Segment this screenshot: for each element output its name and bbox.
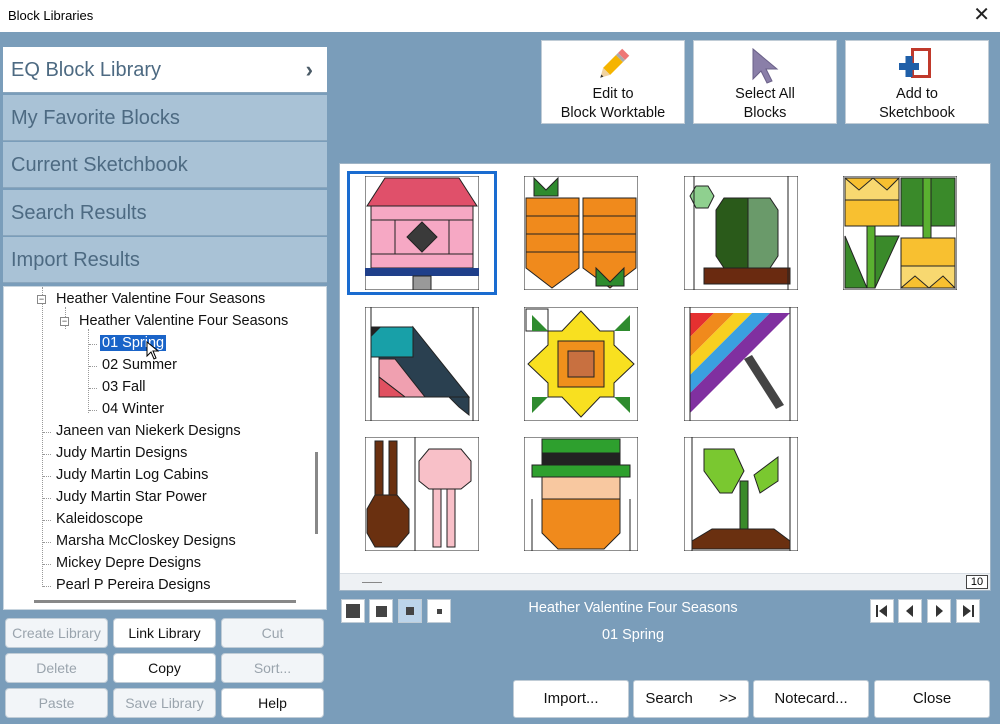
select-label-1: Select All (735, 86, 795, 102)
size-small-button[interactable] (427, 599, 451, 623)
first-page-icon (876, 605, 887, 617)
block-leprechaun[interactable] (524, 437, 638, 551)
copy-button[interactable]: Copy (113, 653, 216, 683)
tab-current-sketchbook[interactable]: Current Sketchbook (3, 142, 327, 188)
search-arrows: >> (719, 690, 737, 707)
tree-item[interactable]: 04 Winter (102, 401, 164, 417)
edit-to-worktable-button[interactable]: Edit to Block Worktable (541, 40, 685, 124)
last-page-button[interactable] (956, 599, 980, 623)
add-label-1: Add to (896, 86, 938, 102)
link-library-button[interactable]: Link Library (113, 618, 216, 648)
tab-search-results[interactable]: Search Results (3, 190, 327, 236)
block-carrots[interactable] (524, 176, 638, 290)
edit-label-2: Block Worktable (560, 105, 666, 121)
create-library-button[interactable]: Create Library (5, 618, 108, 648)
block-grid[interactable]: 10 (339, 163, 991, 591)
select-all-blocks-button[interactable]: Select All Blocks (693, 40, 837, 124)
close-button[interactable]: Close (874, 680, 990, 718)
sort-button[interactable]: Sort... (221, 653, 324, 683)
tree-item[interactable]: Pearl P Pereira Designs (56, 577, 210, 593)
block-birdhouse[interactable] (365, 176, 479, 290)
tree-item[interactable]: Kaleidoscope (56, 511, 143, 527)
tab-import-results[interactable]: Import Results (3, 237, 327, 283)
sketchbook-add-icon (899, 48, 931, 78)
block-tulips[interactable] (843, 176, 957, 290)
next-page-button[interactable] (927, 599, 951, 623)
tab-label: Current Sketchbook (11, 154, 188, 176)
tree-item[interactable]: Judy Martin Star Power (56, 489, 207, 505)
first-page-button[interactable] (870, 599, 894, 623)
tree-item[interactable]: 03 Fall (102, 379, 146, 395)
block-sprout[interactable] (684, 437, 798, 551)
grid-scrollbar[interactable]: 10 (340, 573, 990, 590)
size-large-button[interactable] (369, 599, 393, 623)
tab-label: My Favorite Blocks (11, 107, 180, 129)
window-title: Block Libraries (8, 8, 94, 23)
next-page-icon (936, 605, 943, 617)
block-bird[interactable] (365, 307, 479, 421)
chevron-right-icon: › (305, 57, 313, 82)
close-icon[interactable]: ✕ (973, 4, 990, 26)
tab-label: EQ Block Library (11, 59, 162, 81)
search-button[interactable]: Search >> (633, 680, 749, 718)
mouse-cursor-icon (146, 341, 160, 360)
cursor-arrow-icon (752, 47, 779, 84)
block-sunflower[interactable] (524, 307, 638, 421)
save-library-button[interactable]: Save Library (113, 688, 216, 718)
tree-item[interactable]: Heather Valentine Four Seasons (79, 313, 288, 329)
block-rainbow-kite[interactable] (684, 307, 798, 421)
block-count: 10 (966, 575, 988, 589)
paste-button[interactable]: Paste (5, 688, 108, 718)
tree-hscrollbar[interactable] (34, 600, 296, 603)
section-name: 01 Spring (601, 627, 665, 643)
tree-scrollbar[interactable] (315, 452, 318, 534)
tree-item[interactable]: Marsha McCloskey Designs (56, 533, 236, 549)
collapse-icon[interactable]: − (60, 317, 69, 326)
tree-item[interactable]: Heather Valentine Four Seasons (56, 291, 265, 307)
pencil-icon (600, 48, 630, 78)
size-medium-button[interactable] (398, 599, 422, 623)
scroll-thumb[interactable] (362, 582, 382, 583)
tree-item[interactable]: Mickey Depre Designs (56, 555, 201, 571)
library-tree[interactable]: − Heather Valentine Four Seasons − Heath… (3, 286, 327, 610)
tree-item[interactable]: 02 Summer (102, 357, 177, 373)
prev-page-button[interactable] (898, 599, 922, 623)
tree-item[interactable]: Judy Martin Log Cabins (56, 467, 208, 483)
delete-button[interactable]: Delete (5, 653, 108, 683)
tab-my-favorite-blocks[interactable]: My Favorite Blocks (3, 95, 327, 141)
notecard-button[interactable]: Notecard... (753, 680, 869, 718)
cut-button[interactable]: Cut (221, 618, 324, 648)
block-cactus[interactable] (684, 176, 798, 290)
edit-label-1: Edit to (592, 86, 634, 102)
help-button[interactable]: Help (221, 688, 324, 718)
tab-label: Import Results (11, 249, 140, 271)
tree-item[interactable]: Janeen van Niekerk Designs (56, 423, 241, 439)
import-button[interactable]: Import... (513, 680, 629, 718)
library-name: Heather Valentine Four Seasons (528, 600, 738, 616)
tab-label: Search Results (11, 202, 147, 224)
prev-page-icon (906, 605, 913, 617)
last-page-icon (963, 605, 974, 617)
size-xlarge-button[interactable] (341, 599, 365, 623)
title-bar: Block Libraries ✕ (0, 0, 1000, 32)
search-label: Search (645, 690, 693, 707)
block-bunny[interactable] (365, 437, 479, 551)
add-to-sketchbook-button[interactable]: Add to Sketchbook (845, 40, 989, 124)
tree-item[interactable]: Judy Martin Designs (56, 445, 187, 461)
add-label-2: Sketchbook (879, 105, 955, 121)
tab-eq-block-library[interactable]: EQ Block Library › (3, 47, 327, 93)
select-label-2: Blocks (743, 105, 787, 121)
collapse-icon[interactable]: − (37, 295, 46, 304)
